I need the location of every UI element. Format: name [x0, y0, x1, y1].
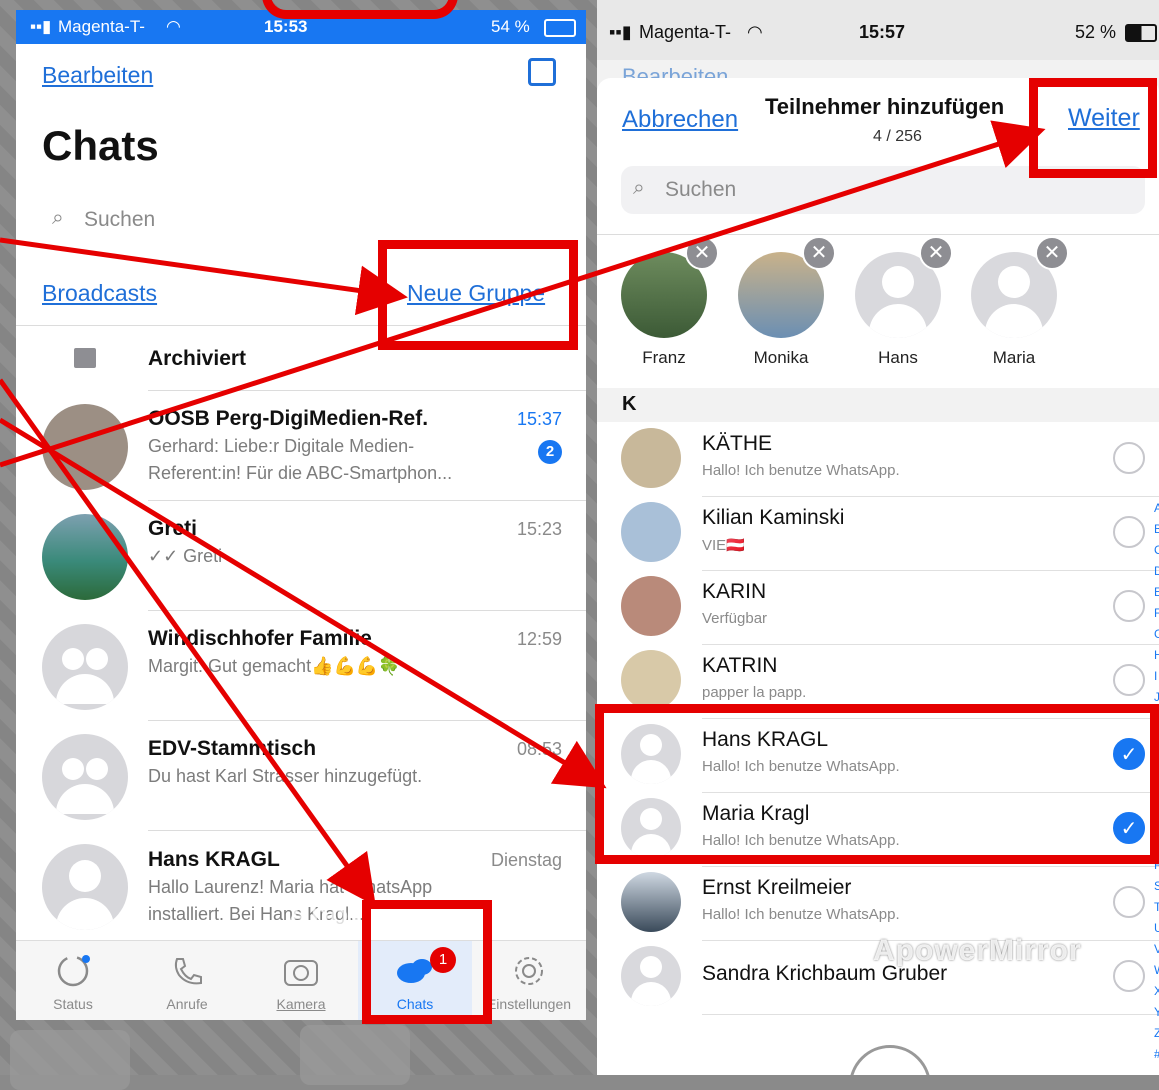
- annotation-arrows: [0, 120, 1046, 907]
- arrow-to-chats-tab: [0, 378, 376, 907]
- arrow-to-contacts: [0, 417, 607, 789]
- arrow-to-next: [0, 120, 1046, 468]
- arrow-to-new-group: [0, 237, 408, 316]
